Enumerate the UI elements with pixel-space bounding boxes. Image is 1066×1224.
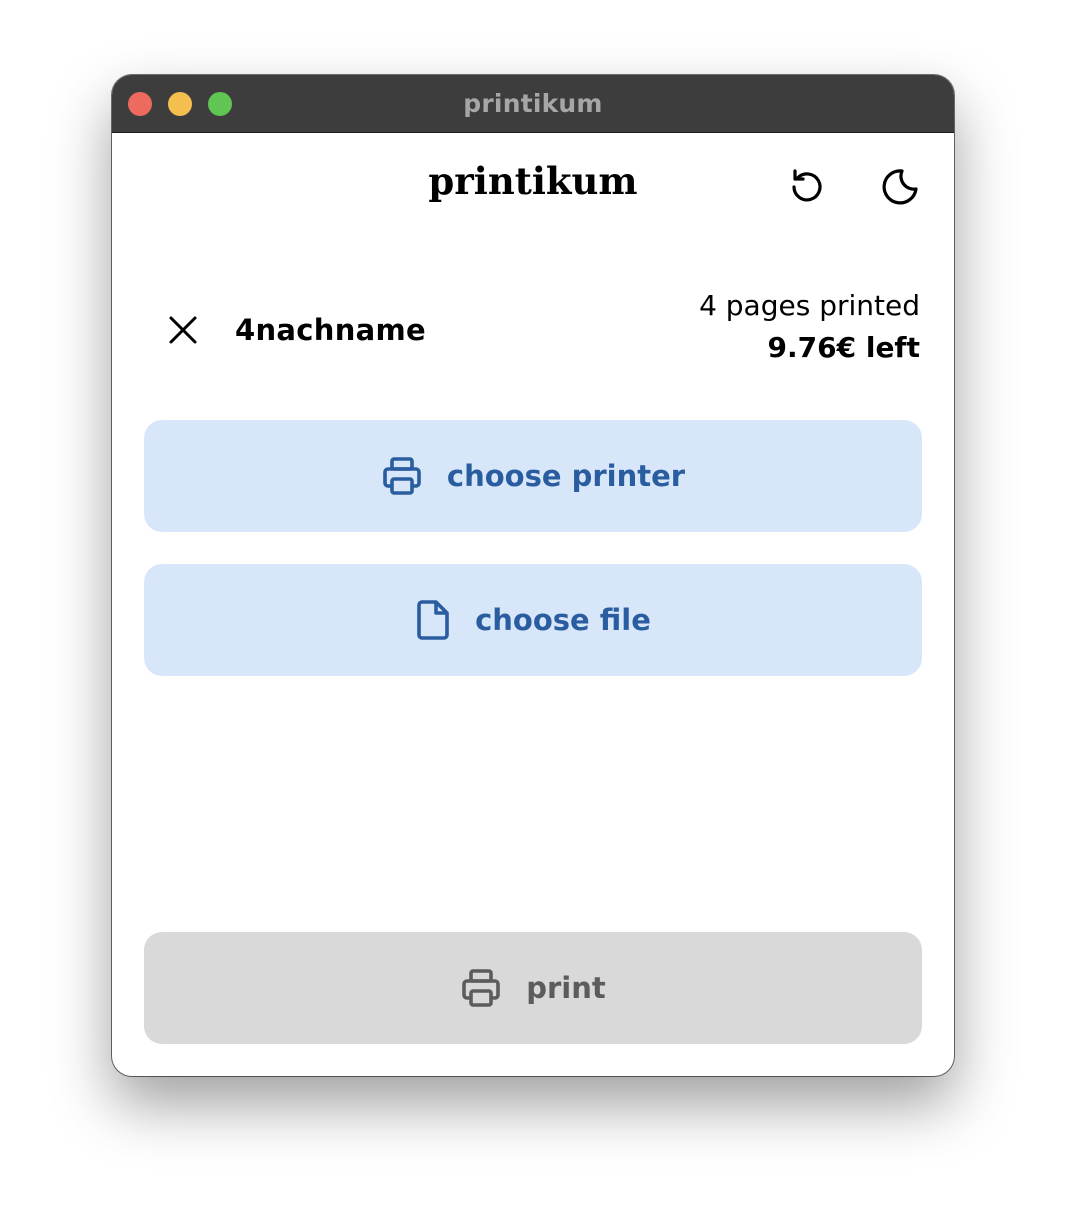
- print-label: print: [526, 971, 606, 1005]
- choose-file-button[interactable]: choose file: [144, 564, 922, 676]
- choose-file-label: choose file: [475, 603, 651, 637]
- choose-printer-label: choose printer: [446, 459, 686, 493]
- app-content: printikum 4nachname 4 pages printed 9.76…: [112, 133, 954, 1076]
- close-icon: [169, 316, 197, 344]
- moon-icon: [882, 169, 918, 205]
- printer-icon: [381, 455, 423, 497]
- refresh-button[interactable]: [784, 165, 828, 209]
- logout-button[interactable]: [168, 309, 198, 351]
- refresh-icon: [792, 169, 822, 202]
- title-bar[interactable]: printikum: [112, 75, 954, 133]
- pages-printed: 4 pages printed: [699, 289, 920, 322]
- dark-mode-toggle[interactable]: [878, 165, 922, 209]
- balance: 9.76€ left: [767, 331, 920, 364]
- username: 4nachname: [235, 313, 427, 347]
- app-window: printikum printikum 4nachname 4 pages pr…: [112, 75, 954, 1076]
- print-button[interactable]: print: [144, 932, 922, 1044]
- account-stats: 4 pages printed 9.76€ left: [699, 287, 920, 371]
- printer-icon: [460, 967, 502, 1009]
- window-title: printikum: [463, 89, 603, 118]
- choose-printer-button[interactable]: choose printer: [144, 420, 922, 532]
- file-icon: [415, 599, 451, 641]
